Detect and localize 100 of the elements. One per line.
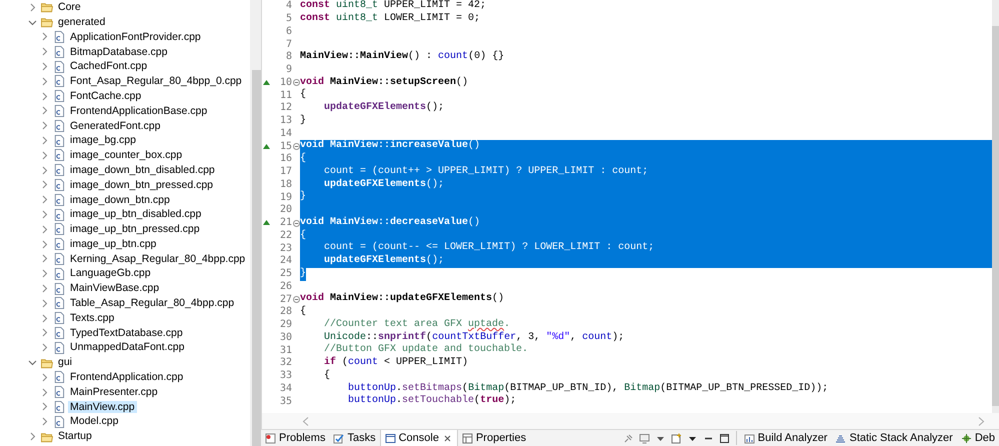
tree-item[interactable]: MainViewBase.cpp bbox=[68, 282, 162, 295]
tree-item[interactable]: image_down_btn_disabled.cpp bbox=[68, 164, 217, 176]
line-number: 22 bbox=[280, 230, 292, 242]
chevron-right-icon[interactable] bbox=[40, 180, 49, 190]
line-number: 11 bbox=[280, 90, 292, 102]
chevron-right-icon[interactable] bbox=[40, 314, 49, 323]
tree-item[interactable]: Kerning_Asap_Regular_80_4bpp.cpp bbox=[68, 252, 248, 266]
line-number: 29 bbox=[280, 319, 292, 332]
collapse-icon[interactable] bbox=[293, 220, 300, 227]
chevron-right-icon[interactable] bbox=[40, 298, 49, 308]
line-number: 6 bbox=[286, 26, 292, 38]
chevron-right-icon[interactable] bbox=[40, 343, 49, 352]
scroll-right-icon[interactable] bbox=[978, 416, 985, 426]
source-file-icon bbox=[53, 60, 65, 73]
tree-item[interactable]: CachedFont.cpp bbox=[68, 60, 150, 73]
source-file-icon bbox=[53, 416, 65, 428]
chevron-right-icon[interactable] bbox=[40, 328, 49, 338]
collapse-icon[interactable] bbox=[293, 296, 300, 304]
tree-item[interactable]: Core bbox=[56, 1, 83, 14]
chevron-down-icon[interactable] bbox=[28, 18, 37, 27]
line-number: 19 bbox=[280, 192, 292, 204]
chevron-right-icon[interactable] bbox=[40, 284, 49, 294]
chevron-right-icon[interactable] bbox=[28, 2, 37, 12]
chevron-right-icon[interactable] bbox=[40, 195, 49, 204]
source-file-icon bbox=[53, 297, 65, 310]
tree-item[interactable]: ApplicationFontProvider.cpp bbox=[68, 30, 203, 44]
chevron-right-icon[interactable] bbox=[40, 121, 49, 130]
monitor-icon[interactable] bbox=[638, 432, 650, 444]
tree-item[interactable]: Texts.cpp bbox=[68, 312, 116, 324]
tree-item[interactable]: MainPresenter.cpp bbox=[68, 386, 160, 398]
tree-item[interactable]: image_up_btn_pressed.cpp bbox=[68, 223, 202, 236]
tree-item[interactable]: image_up_btn.cpp bbox=[68, 238, 158, 250]
code-line: //Button GFX update and touchable. bbox=[323, 344, 530, 356]
line-number: 15 bbox=[280, 140, 292, 153]
tree-item[interactable]: image_bg.cpp bbox=[68, 134, 138, 147]
tree-item[interactable]: LanguageGb.cpp bbox=[68, 267, 153, 280]
tree-item[interactable]: Model.cpp bbox=[68, 415, 120, 428]
maximize-icon[interactable] bbox=[718, 432, 730, 444]
chevron-right-icon[interactable] bbox=[40, 210, 49, 220]
view-tab[interactable]: Deb bbox=[956, 430, 999, 446]
tree-item[interactable]: MainView.cpp bbox=[68, 400, 137, 414]
tree-item[interactable]: image_down_btn_pressed.cpp bbox=[68, 178, 216, 192]
tree-item[interactable]: generated bbox=[56, 16, 108, 28]
chevron-right-icon[interactable] bbox=[40, 269, 49, 278]
view-tab[interactable]: Static Stack Analyzer bbox=[831, 430, 957, 446]
tree-item[interactable]: image_up_btn_disabled.cpp bbox=[68, 208, 204, 221]
view-tab[interactable]: Build Analyzer bbox=[740, 430, 832, 446]
line-number: 16 bbox=[280, 153, 292, 166]
chevron-right-icon[interactable] bbox=[40, 136, 49, 146]
tree-item[interactable]: GeneratedFont.cpp bbox=[68, 120, 162, 132]
chevron-right-icon[interactable] bbox=[28, 432, 37, 441]
pin-icon[interactable] bbox=[622, 432, 634, 444]
tree-item[interactable]: FontCache.cpp bbox=[68, 90, 144, 102]
source-file-icon bbox=[53, 371, 65, 384]
collapse-icon[interactable] bbox=[293, 143, 300, 150]
chevron-right-icon[interactable] bbox=[40, 166, 49, 175]
line-number: 25 bbox=[280, 268, 292, 280]
close-icon[interactable] bbox=[442, 432, 453, 444]
scrollbar[interactable] bbox=[250, 0, 261, 446]
tree-item[interactable]: Startup bbox=[56, 430, 94, 443]
chevron-right-icon[interactable] bbox=[40, 76, 49, 86]
view-tab[interactable]: Problems bbox=[261, 430, 330, 446]
tree-item[interactable]: FrontendApplicationBase.cpp bbox=[68, 104, 210, 118]
chevron-right-icon[interactable] bbox=[40, 92, 49, 101]
chevron-right-icon[interactable] bbox=[40, 417, 49, 426]
chevron-right-icon[interactable] bbox=[40, 62, 49, 72]
tree-item[interactable]: Table_Asap_Regular_80_4bpp.cpp bbox=[68, 297, 236, 310]
scroll-left-icon[interactable] bbox=[302, 416, 309, 426]
chevron-right-icon[interactable] bbox=[40, 240, 49, 249]
chevron-right-icon[interactable] bbox=[40, 106, 49, 116]
source-file-icon bbox=[53, 238, 65, 250]
tree-item[interactable]: gui bbox=[56, 356, 74, 369]
chevron-right-icon[interactable] bbox=[40, 372, 49, 382]
source-file-icon bbox=[53, 104, 65, 117]
chevron-right-icon[interactable] bbox=[40, 224, 49, 234]
tree-item[interactable]: FrontendApplication.cpp bbox=[68, 371, 186, 384]
chevron-right-icon[interactable] bbox=[40, 150, 49, 160]
tree-item[interactable]: BitmapDatabase.cpp bbox=[68, 46, 170, 58]
code-line: void MainView::setupScreen() bbox=[300, 76, 470, 88]
tree-item[interactable]: image_counter_box.cpp bbox=[68, 149, 184, 162]
view-tab[interactable]: Console bbox=[380, 430, 458, 446]
collapse-icon[interactable] bbox=[293, 79, 300, 86]
new-window-icon[interactable] bbox=[670, 432, 682, 444]
code-line: MainView::MainView() : count(0) {} bbox=[300, 51, 506, 64]
chevron-right-icon[interactable] bbox=[40, 32, 49, 42]
tree-item[interactable]: UnmappedDataFont.cpp bbox=[68, 341, 186, 354]
chevron-right-icon[interactable] bbox=[40, 254, 49, 264]
view-tab[interactable]: Tasks bbox=[329, 430, 380, 446]
table-icon bbox=[462, 432, 473, 444]
tree-item[interactable]: Font_Asap_Regular_80_4bpp_0.cpp bbox=[68, 75, 244, 88]
folder-icon bbox=[41, 1, 53, 14]
tree-item[interactable]: TypedTextDatabase.cpp bbox=[68, 326, 185, 340]
scrollbar[interactable] bbox=[992, 0, 999, 413]
chevron-right-icon[interactable] bbox=[40, 388, 49, 397]
view-tab[interactable]: Properties bbox=[458, 430, 530, 446]
chevron-right-icon[interactable] bbox=[40, 402, 49, 412]
line-number: 9 bbox=[286, 64, 292, 76]
chevron-down-icon[interactable] bbox=[28, 358, 37, 368]
tree-item[interactable]: image_down_btn.cpp bbox=[68, 194, 172, 206]
chevron-right-icon[interactable] bbox=[40, 47, 49, 56]
